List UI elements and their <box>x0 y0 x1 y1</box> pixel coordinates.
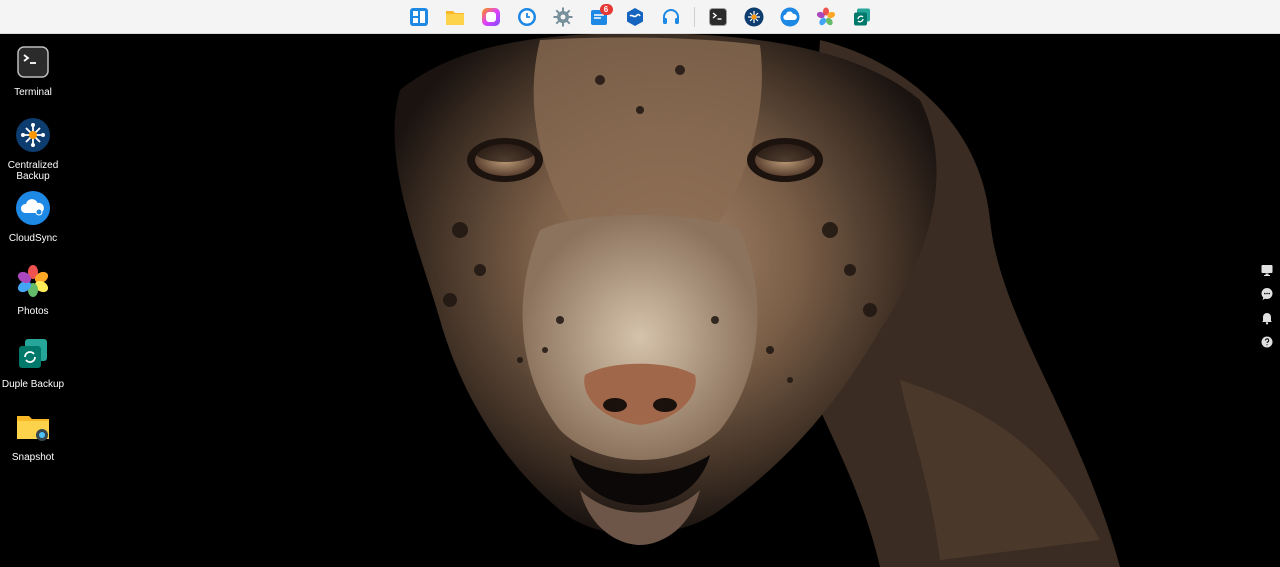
duple-backup-icon <box>19 339 47 368</box>
taskbar-clock-button[interactable] <box>513 3 541 31</box>
desktop-wallpaper <box>0 0 1280 567</box>
taskbar-storage-manager-button[interactable] <box>621 3 649 31</box>
taskbar-separator <box>693 6 695 27</box>
grid-menu-icon <box>409 7 428 26</box>
help-icon <box>1261 336 1273 348</box>
monitor-icon <box>1261 265 1273 276</box>
taskbar-centralized-backup-button[interactable] <box>740 3 768 31</box>
photos-flower-icon <box>816 7 835 25</box>
help-button[interactable] <box>1260 335 1274 349</box>
taskbar-terminal-button[interactable] <box>704 3 732 31</box>
terminal-icon <box>17 46 49 78</box>
taskbar-support-center-button[interactable] <box>657 3 685 31</box>
desktop-icon-terminal[interactable]: Terminal <box>0 44 66 98</box>
backup-hub-icon <box>16 118 50 152</box>
side-tray <box>1260 263 1274 349</box>
taskbar-main-menu-button[interactable] <box>405 3 433 31</box>
monitor-button[interactable] <box>1260 263 1274 277</box>
taskbar-photos-button[interactable] <box>812 3 840 31</box>
taskbar-duple-backup-button[interactable] <box>848 3 876 31</box>
desktop-icon-label: Terminal <box>14 87 52 98</box>
desktop-icon-label: Photos <box>17 306 49 317</box>
taskbar-settings-button[interactable] <box>549 3 577 31</box>
chat-button[interactable] <box>1260 287 1274 301</box>
desktop-icon-duple-backup[interactable]: Duple Backup <box>0 336 66 390</box>
terminal-icon <box>708 7 727 26</box>
cloud-icon <box>780 7 799 26</box>
photos-flower-icon <box>17 265 49 297</box>
cloud-icon <box>16 191 50 225</box>
taskbar-icons: 6 <box>405 3 876 31</box>
folder-icon <box>445 10 464 25</box>
headset-icon <box>662 8 679 24</box>
snapshot-folder-icon <box>17 416 49 441</box>
desktop-icon-label: Centralized Backup <box>7 160 59 182</box>
desktop-icon-label: CloudSync <box>8 233 58 244</box>
taskbar-file-station-button[interactable] <box>441 3 469 31</box>
desktop-icon-label: Snapshot <box>11 452 55 463</box>
notifications-button[interactable] <box>1260 311 1274 325</box>
app-square-icon <box>481 7 500 26</box>
taskbar-message-center-button[interactable]: 6 <box>585 3 613 31</box>
desktop-icon-label: Duple Backup <box>1 379 65 390</box>
notification-badge: 6 <box>599 3 613 15</box>
taskbar-app-center-button[interactable] <box>477 3 505 31</box>
desktop-icon-snapshot[interactable]: Snapshot <box>0 409 66 463</box>
desktop-icon-centralized-backup[interactable]: Centralized Backup <box>0 117 66 182</box>
leopard-wallpaper-art <box>394 33 1120 567</box>
taskbar: 6 <box>0 0 1280 34</box>
box-icon <box>626 7 643 26</box>
desktop-icon-photos[interactable]: Photos <box>0 263 66 317</box>
clock-icon <box>517 7 536 26</box>
taskbar-cloudsync-button[interactable] <box>776 3 804 31</box>
duple-backup-icon <box>853 8 870 25</box>
bell-icon <box>1262 313 1272 325</box>
backup-hub-icon <box>744 7 763 26</box>
gear-icon <box>553 7 572 26</box>
desktop-icon-cloudsync[interactable]: CloudSync <box>0 190 66 244</box>
chat-bubble-icon <box>1261 288 1273 300</box>
